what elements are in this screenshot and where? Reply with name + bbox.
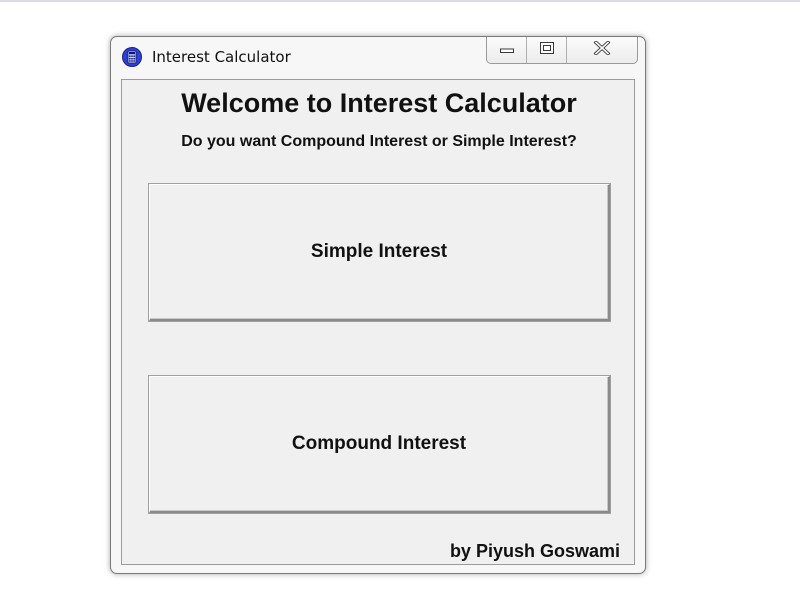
compound-interest-label: Compound Interest — [291, 433, 467, 454]
desktop-top-edge — [0, 0, 800, 2]
close-button[interactable] — [567, 37, 637, 63]
page-title: Welcome to Interest Calculator — [181, 88, 577, 118]
app-window: Interest Calculator Welcome to Interest … — [110, 36, 646, 574]
window-controls — [486, 37, 638, 64]
maximize-icon — [539, 41, 555, 60]
close-icon — [593, 39, 611, 60]
title-bar[interactable]: Interest Calculator — [111, 37, 645, 77]
simple-interest-button[interactable]: Simple Interest — [149, 184, 610, 321]
simple-interest-label: Simple Interest — [310, 241, 448, 262]
client-area: Welcome to Interest Calculator Do you wa… — [121, 79, 635, 565]
maximize-button[interactable] — [527, 37, 567, 63]
author-credit: by Piyush Goswami — [449, 541, 620, 561]
question-label: Do you want Compound Interest or Simple … — [181, 133, 577, 150]
compound-interest-button[interactable]: Compound Interest — [149, 376, 610, 513]
calculator-icon — [122, 47, 142, 67]
minimize-icon — [499, 41, 515, 59]
window-title: Interest Calculator — [152, 48, 291, 66]
minimize-button[interactable] — [487, 37, 527, 63]
